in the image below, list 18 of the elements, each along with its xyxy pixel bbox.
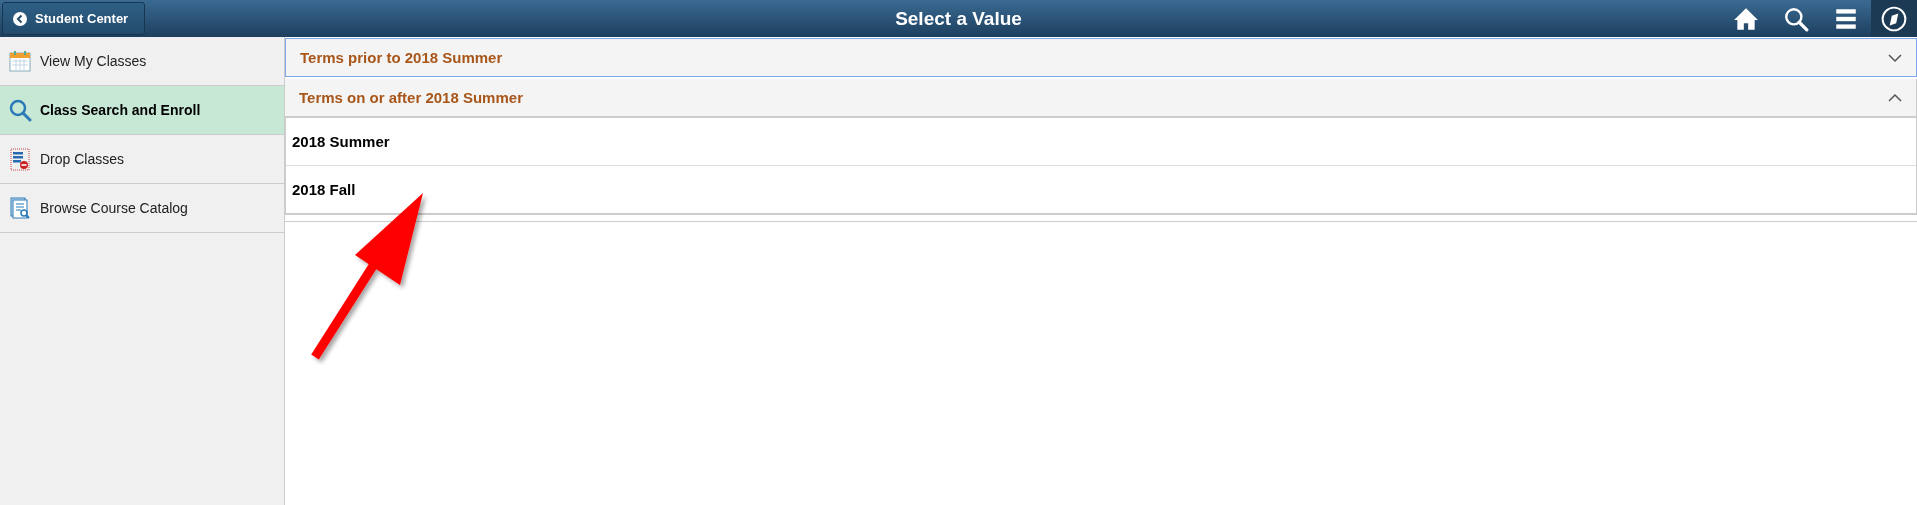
search-icon[interactable]	[1783, 5, 1809, 32]
calendar-icon	[8, 49, 32, 73]
search-icon	[8, 98, 32, 122]
term-option[interactable]: 2018 Summer	[286, 118, 1916, 166]
page-title: Select a Value	[895, 7, 1022, 30]
catalog-search-icon	[8, 196, 32, 220]
compass-icon[interactable]	[1881, 5, 1907, 32]
back-button[interactable]: Student Center	[2, 2, 146, 35]
list-remove-icon	[8, 147, 32, 171]
chevron-left-icon	[13, 11, 27, 26]
chevron-down-icon[interactable]	[1888, 52, 1902, 63]
sidebar-item[interactable]: Browse Course Catalog	[0, 184, 284, 233]
sidebar-item[interactable]: Class Search and Enroll	[0, 86, 284, 135]
sidebar-item[interactable]: Drop Classes	[0, 135, 284, 184]
accordion-header[interactable]: Terms on or after 2018 Summer	[285, 79, 1917, 118]
term-option[interactable]: 2018 Fall	[286, 166, 1916, 213]
accordion-header[interactable]: Terms prior to 2018 Summer	[285, 38, 1917, 77]
chevron-up-icon[interactable]	[1888, 92, 1902, 103]
